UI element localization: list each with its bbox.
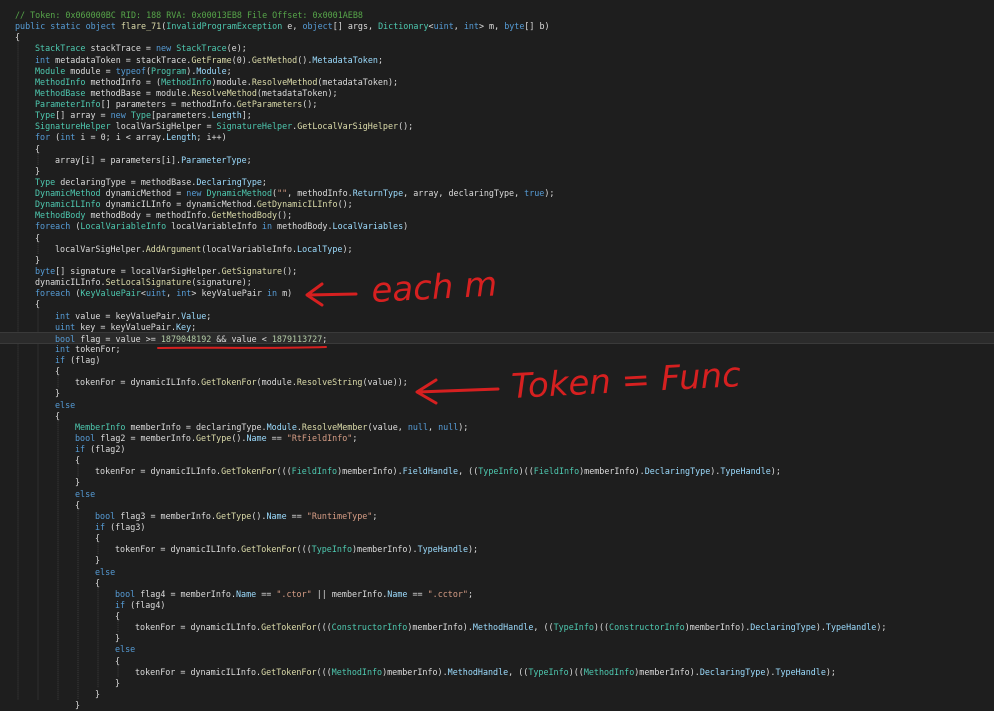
annotation-each-m: each m — [370, 264, 498, 311]
handwritten-annotations: each m Token = Func — [157, 264, 742, 407]
underline-flag-values — [157, 346, 327, 349]
code-token: } — [75, 700, 81, 711]
code-line[interactable]: } — [0, 699, 80, 711]
annotation-token-func: Token = Func — [510, 355, 742, 407]
arrow-token — [415, 378, 500, 405]
arrow-each — [305, 282, 358, 307]
